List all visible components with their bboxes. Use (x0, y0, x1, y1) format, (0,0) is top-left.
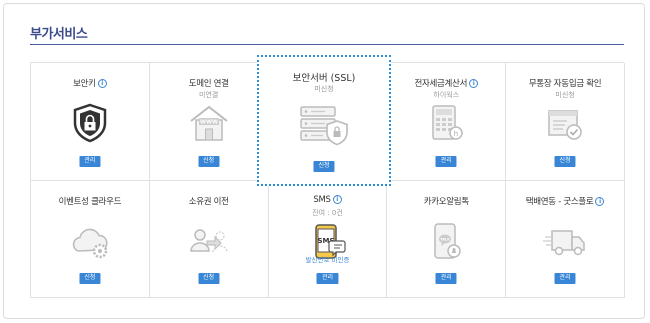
info-icon[interactable]: i (595, 196, 605, 206)
service-card-goodsflow: 택배연동 - 굿스플로 i 관리 (506, 180, 625, 298)
service-card-security-key: 보안키 i 관리 (31, 63, 150, 181)
card-label: 소유권 이전 (188, 196, 229, 207)
card-status: 잔여 : 0건 (312, 208, 343, 217)
lock-shield-icon (73, 103, 107, 143)
apply-button[interactable]: 신청 (79, 273, 101, 284)
calculator-icon: h (432, 105, 464, 140)
manage-button[interactable]: 관리 (554, 273, 576, 284)
title-divider (30, 44, 624, 45)
svg-text:TALK: TALK (440, 237, 450, 241)
www-house-icon: WWW (190, 105, 228, 141)
card-status: 미신청 (555, 91, 575, 99)
apply-button[interactable]: 신청 (554, 155, 576, 167)
service-card-domain: 도메인 연결 미연결 WWW 신청 (149, 63, 269, 181)
page-title: 부가서비스 (30, 27, 88, 42)
manage-button[interactable]: 관리 (435, 155, 457, 167)
card-label: 이벤트성 클라우드 (58, 196, 122, 207)
info-icon[interactable]: i (97, 79, 107, 88)
info-icon[interactable]: i (469, 79, 479, 88)
service-card-ownership-transfer: 소유권 이전 신청 (149, 180, 269, 298)
manage-button[interactable]: 관리 (79, 155, 101, 167)
server-shield-icon (300, 106, 348, 146)
ownership-transfer-icon (189, 228, 228, 252)
service-card-kakao-alimtalk: 카카오알림톡 TALK 관리 (387, 180, 507, 298)
card-status: 미신청 (314, 85, 334, 93)
svg-text:h: h (454, 130, 458, 138)
manage-button[interactable]: 관리 (435, 273, 457, 284)
apply-button[interactable]: 신청 (198, 155, 220, 167)
card-label: SMS (313, 194, 331, 205)
card-status: 미연결 (199, 91, 219, 99)
card-label: 택배연동 - 굿스플로 (525, 196, 594, 207)
card-label: 카카오알림톡 (423, 196, 469, 207)
card-label: 무통장 자동입금 확인 (528, 79, 602, 89)
deposit-check-icon (548, 110, 582, 140)
truck-icon (543, 229, 585, 255)
card-label: 보안서버 (SSL) (292, 73, 356, 84)
kakao-phone-icon: TALK (434, 222, 462, 259)
card-status: 하이웍스 (433, 91, 460, 99)
cloud-gear-icon (72, 228, 108, 258)
card-label: 보안키 (73, 79, 96, 89)
apply-button[interactable]: 신청 (313, 161, 335, 172)
apply-button[interactable]: 신청 (198, 273, 220, 284)
manage-button[interactable]: 관리 (316, 273, 339, 284)
svg-text:WWW: WWW (200, 120, 218, 126)
service-card-event-cloud: 이벤트성 클라우드 신청 (31, 180, 150, 298)
service-card-sms: SMS i 잔여 : 0건 SMS 발신번호 미인증 관리 (268, 180, 388, 298)
service-card-ssl: 보안서버 (SSL) 미신청 신청 (257, 55, 391, 186)
info-icon[interactable]: i (332, 194, 342, 204)
service-card-auto-deposit: 무통장 자동입금 확인 미신청 신청 (506, 63, 625, 181)
service-card-tax-invoice: 전자세금계산서 i 하이웍스 h 관리 (387, 63, 507, 181)
card-label: 도메인 연결 (188, 79, 229, 89)
card-label: 전자세금계산서 (414, 79, 468, 89)
sender-number-note[interactable]: 발신번호 미인증 (269, 254, 387, 264)
